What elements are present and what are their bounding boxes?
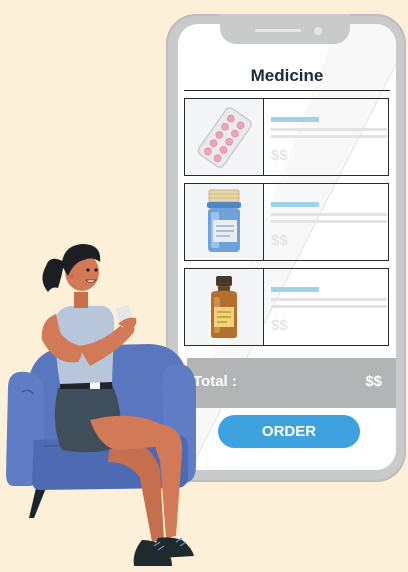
item-description-line <box>271 213 387 216</box>
item-thumbnail <box>185 184 264 260</box>
total-value: $$ <box>365 373 382 390</box>
medicine-item[interactable]: $$ <box>184 98 389 176</box>
medicine-item[interactable]: $$ <box>184 183 389 261</box>
item-description-line <box>271 128 387 131</box>
item-price: $$ <box>271 147 288 164</box>
total-label: Total : <box>193 373 237 390</box>
item-description-line <box>271 220 387 223</box>
item-name-placeholder <box>271 202 319 207</box>
total-bar: Total : $$ <box>187 358 396 408</box>
pill-blister-pack-icon <box>197 107 252 168</box>
screen-title: Medicine <box>250 66 324 85</box>
illustration-canvas: Medicine $$ $$ $$ Total: $$ ORDER <box>0 0 408 572</box>
phone-speaker <box>255 29 301 32</box>
item-description-line <box>271 305 387 308</box>
item-price: $$ <box>271 317 288 334</box>
item-description-line <box>271 135 387 138</box>
item-thumbnail <box>185 99 264 175</box>
item-name-placeholder <box>271 287 319 292</box>
medicine-item[interactable]: $$ <box>184 268 389 346</box>
blue-medicine-bottle-icon <box>207 189 241 252</box>
title-divider <box>184 90 390 91</box>
item-name-placeholder <box>271 117 319 122</box>
phone-camera <box>314 27 322 35</box>
item-description-line <box>271 298 387 301</box>
order-button[interactable]: ORDER <box>218 415 360 448</box>
item-price: $$ <box>271 232 288 249</box>
brown-medicine-bottle-icon <box>211 276 237 338</box>
item-thumbnail <box>185 269 264 345</box>
phone-screen: Medicine $$ $$ $$ Total: $$ ORDER <box>178 24 396 470</box>
